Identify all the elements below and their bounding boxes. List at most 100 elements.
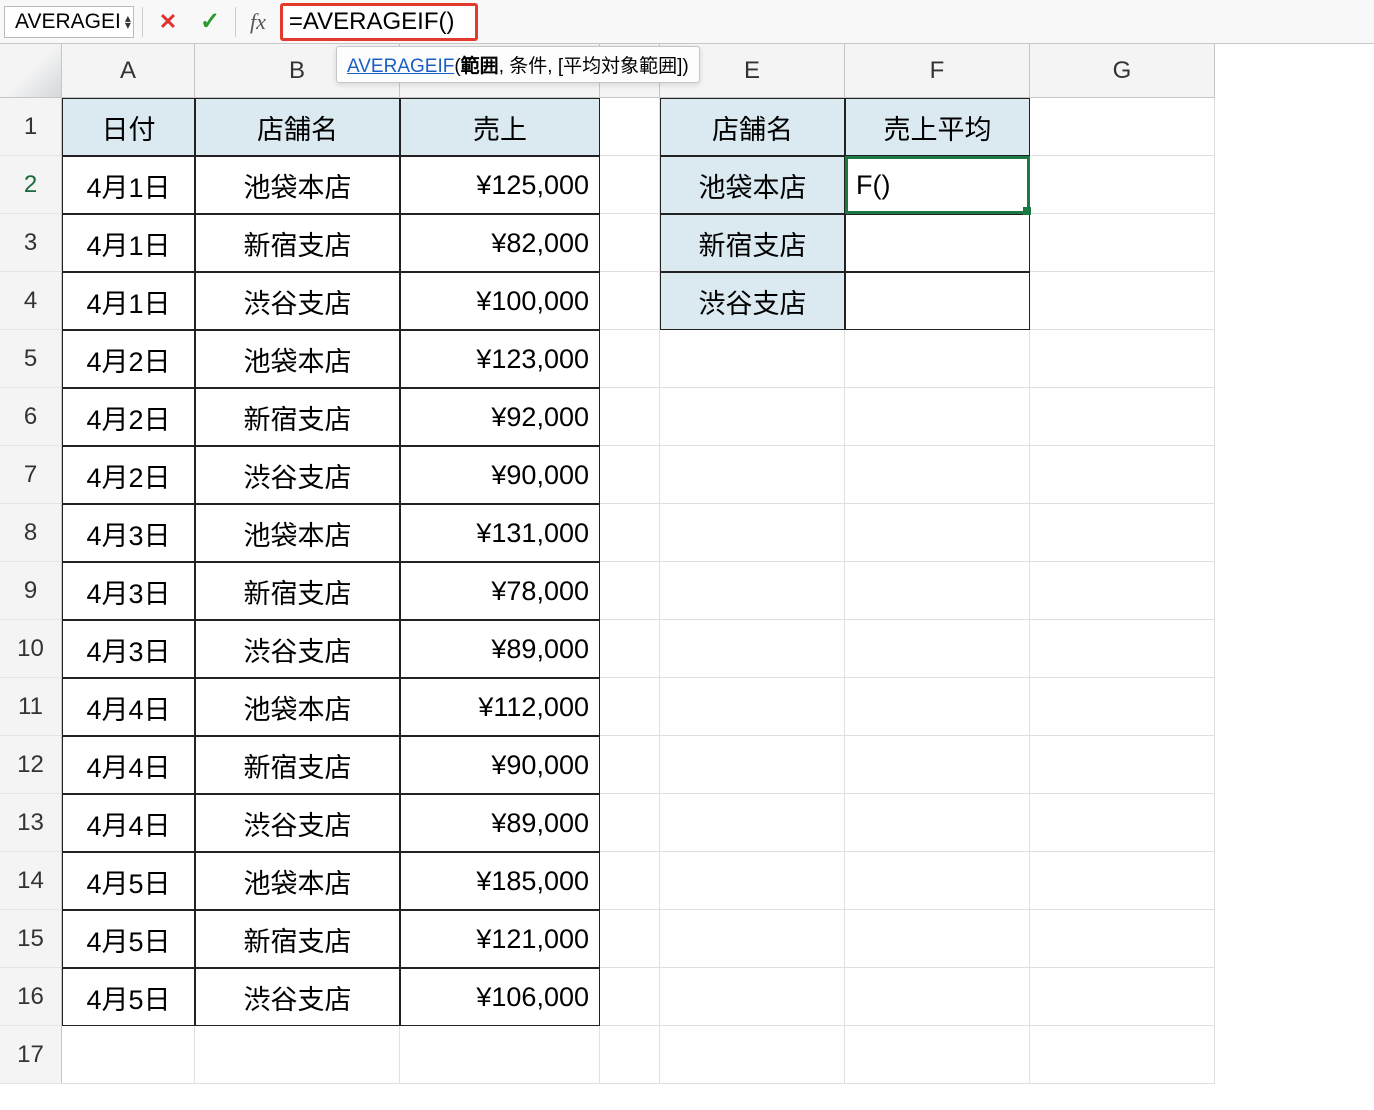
row-header-6[interactable]: 6 — [0, 388, 62, 446]
cell-f[interactable] — [845, 736, 1030, 794]
cell-d[interactable] — [600, 156, 660, 214]
cell-d[interactable] — [600, 910, 660, 968]
cell-g1[interactable] — [1030, 98, 1215, 156]
name-box[interactable]: AVERAGEI ▴ ▾ — [4, 6, 134, 38]
cell-blank[interactable] — [845, 1026, 1030, 1084]
function-tooltip[interactable]: AVERAGEIF(範囲, 条件, [平均対象範囲]) — [336, 46, 700, 83]
row-header-12[interactable]: 12 — [0, 736, 62, 794]
cell-date[interactable]: 4月1日 — [62, 156, 195, 214]
cell-g[interactable] — [1030, 156, 1215, 214]
cell-sales[interactable]: ¥131,000 — [400, 504, 600, 562]
row-header-7[interactable]: 7 — [0, 446, 62, 504]
cell-d[interactable] — [600, 852, 660, 910]
cell-date[interactable]: 4月1日 — [62, 272, 195, 330]
cell-store[interactable]: 池袋本店 — [195, 852, 400, 910]
cell-date[interactable]: 4月5日 — [62, 968, 195, 1026]
row-header-17[interactable]: 17 — [0, 1026, 62, 1084]
cell-sales[interactable]: ¥90,000 — [400, 736, 600, 794]
tooltip-fn-name[interactable]: AVERAGEIF — [347, 56, 454, 77]
cell-date[interactable]: 4月3日 — [62, 620, 195, 678]
cancel-button[interactable]: ✕ — [151, 6, 185, 38]
cell-blank[interactable] — [600, 1026, 660, 1084]
cell-g[interactable] — [1030, 794, 1215, 852]
cell-store-right[interactable]: 渋谷支店 — [660, 272, 845, 330]
cell-e[interactable] — [660, 794, 845, 852]
cell-blank[interactable] — [1030, 1026, 1215, 1084]
cell-d[interactable] — [600, 504, 660, 562]
cell-avg[interactable] — [845, 214, 1030, 272]
row-header-4[interactable]: 4 — [0, 272, 62, 330]
cell-store[interactable]: 渋谷支店 — [195, 446, 400, 504]
cell-date[interactable]: 4月2日 — [62, 388, 195, 446]
cell-f[interactable] — [845, 910, 1030, 968]
cell-e[interactable] — [660, 852, 845, 910]
cell-e[interactable] — [660, 388, 845, 446]
cell-date[interactable]: 4月4日 — [62, 736, 195, 794]
cell-date[interactable]: 4月4日 — [62, 678, 195, 736]
cell-e[interactable] — [660, 562, 845, 620]
header-date[interactable]: 日付 — [62, 98, 195, 156]
cell-date[interactable]: 4月5日 — [62, 910, 195, 968]
cell-g[interactable] — [1030, 214, 1215, 272]
cell-d[interactable] — [600, 620, 660, 678]
cell-g[interactable] — [1030, 330, 1215, 388]
cell-g[interactable] — [1030, 910, 1215, 968]
cell-d[interactable] — [600, 794, 660, 852]
cell-f[interactable] — [845, 852, 1030, 910]
select-all-corner[interactable] — [0, 44, 62, 98]
cell-store[interactable]: 渋谷支店 — [195, 968, 400, 1026]
cell-store[interactable]: 渋谷支店 — [195, 794, 400, 852]
cell-d[interactable] — [600, 446, 660, 504]
cell-g[interactable] — [1030, 678, 1215, 736]
cell-blank[interactable] — [660, 1026, 845, 1084]
name-box-stepper[interactable]: ▴ ▾ — [125, 15, 131, 28]
header-store-right[interactable]: 店舗名 — [660, 98, 845, 156]
cell-d[interactable] — [600, 678, 660, 736]
cell-sales[interactable]: ¥185,000 — [400, 852, 600, 910]
cell-f[interactable] — [845, 794, 1030, 852]
cell-store[interactable]: 新宿支店 — [195, 214, 400, 272]
cell-store[interactable]: 池袋本店 — [195, 330, 400, 388]
col-header-g[interactable]: G — [1030, 44, 1215, 98]
cell-f[interactable] — [845, 504, 1030, 562]
row-header-10[interactable]: 10 — [0, 620, 62, 678]
cell-store[interactable]: 新宿支店 — [195, 910, 400, 968]
cell-store[interactable]: 新宿支店 — [195, 388, 400, 446]
cell-d[interactable] — [600, 214, 660, 272]
cell-avg[interactable] — [845, 272, 1030, 330]
cell-g[interactable] — [1030, 968, 1215, 1026]
row-header-14[interactable]: 14 — [0, 852, 62, 910]
cell-blank[interactable] — [62, 1026, 195, 1084]
cell-store-right[interactable]: 新宿支店 — [660, 214, 845, 272]
cell-sales[interactable]: ¥106,000 — [400, 968, 600, 1026]
tooltip-arg-criteria[interactable]: 条件 — [509, 56, 547, 77]
header-store[interactable]: 店舗名 — [195, 98, 400, 156]
cell-g[interactable] — [1030, 388, 1215, 446]
cell-store[interactable]: 渋谷支店 — [195, 272, 400, 330]
cell-e[interactable] — [660, 446, 845, 504]
row-header-11[interactable]: 11 — [0, 678, 62, 736]
cell-sales[interactable]: ¥112,000 — [400, 678, 600, 736]
cell-e[interactable] — [660, 330, 845, 388]
cell-store[interactable]: 池袋本店 — [195, 678, 400, 736]
cell-d1[interactable] — [600, 98, 660, 156]
cell-e[interactable] — [660, 910, 845, 968]
cell-d[interactable] — [600, 736, 660, 794]
cell-g[interactable] — [1030, 562, 1215, 620]
cell-e[interactable] — [660, 678, 845, 736]
cell-date[interactable]: 4月3日 — [62, 504, 195, 562]
fx-label[interactable]: fx — [250, 9, 266, 35]
row-header-3[interactable]: 3 — [0, 214, 62, 272]
cell-sales[interactable]: ¥123,000 — [400, 330, 600, 388]
row-header-8[interactable]: 8 — [0, 504, 62, 562]
cell-f[interactable] — [845, 446, 1030, 504]
cell-date[interactable]: 4月5日 — [62, 852, 195, 910]
cell-f[interactable] — [845, 562, 1030, 620]
stepper-down-icon[interactable]: ▾ — [125, 22, 131, 29]
col-header-a[interactable]: A — [62, 44, 195, 98]
cell-sales[interactable]: ¥125,000 — [400, 156, 600, 214]
header-avg[interactable]: 売上平均 — [845, 98, 1030, 156]
cell-store[interactable]: 渋谷支店 — [195, 620, 400, 678]
cell-g[interactable] — [1030, 272, 1215, 330]
formula-input[interactable] — [289, 8, 469, 36]
